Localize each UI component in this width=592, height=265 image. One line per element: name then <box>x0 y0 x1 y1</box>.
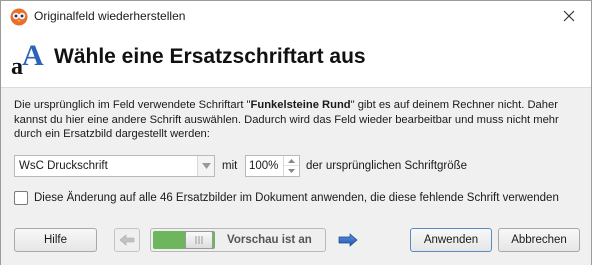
font-select-dropdown-button[interactable] <box>197 156 214 176</box>
close-button[interactable] <box>547 1 591 31</box>
title-bar: Originalfeld wiederherstellen <box>1 1 591 32</box>
spin-buttons <box>283 156 299 176</box>
chevron-down-icon <box>201 163 211 169</box>
help-button[interactable]: Hilfe <box>14 228 97 252</box>
font-icon: a A <box>11 39 45 80</box>
spin-up-button[interactable] <box>284 156 299 166</box>
description-part1: Die ursprünglich im Feld verwendete Schr… <box>14 99 251 111</box>
arrow-right-icon <box>338 233 358 247</box>
font-size-suffix: der ursprünglichen Schriftgröße <box>306 160 468 172</box>
apply-all-checkbox[interactable] <box>14 191 28 205</box>
page-title: Wähle eine Ersatzschriftart aus <box>54 45 366 68</box>
preview-label: Vorschau ist an <box>227 234 312 246</box>
close-icon <box>563 10 575 22</box>
dialog-content: Die ursprünglich im Feld verwendete Schr… <box>1 87 591 265</box>
with-label: mit <box>222 160 238 172</box>
cancel-button[interactable]: Abbrechen <box>498 228 580 252</box>
apply-button[interactable]: Anwenden <box>410 228 492 252</box>
chevron-up-icon <box>288 158 295 163</box>
grip-icon <box>195 236 203 244</box>
owl-icon <box>10 8 28 26</box>
preview-toggle[interactable]: Vorschau ist an <box>150 228 326 252</box>
chevron-down-icon <box>288 169 295 173</box>
next-button[interactable] <box>335 228 361 252</box>
apply-all-label[interactable]: Diese Änderung auf alle 46 Ersatzbilder … <box>34 192 559 204</box>
font-size-value: 100% <box>249 160 279 172</box>
description-text: Die ursprünglich im Feld verwendete Schr… <box>14 98 584 142</box>
previous-button[interactable] <box>114 228 140 252</box>
arrow-left-icon <box>119 234 135 246</box>
dialog-header: a A Wähle eine Ersatzschriftart aus <box>1 32 591 87</box>
font-select-value: WsC Druckschrift <box>19 160 108 172</box>
toggle-knob[interactable] <box>185 231 213 249</box>
missing-font-name: Funkelsteine Rund <box>250 99 351 111</box>
svg-text:A: A <box>22 39 44 72</box>
dialog-window: Originalfeld wiederherstellen a A Wähle … <box>0 0 592 265</box>
font-size-spinbox[interactable]: 100% <box>245 155 300 177</box>
spin-down-button[interactable] <box>284 166 299 176</box>
window-title: Originalfeld wiederherstellen <box>34 9 186 23</box>
font-select[interactable]: WsC Druckschrift <box>14 155 215 177</box>
